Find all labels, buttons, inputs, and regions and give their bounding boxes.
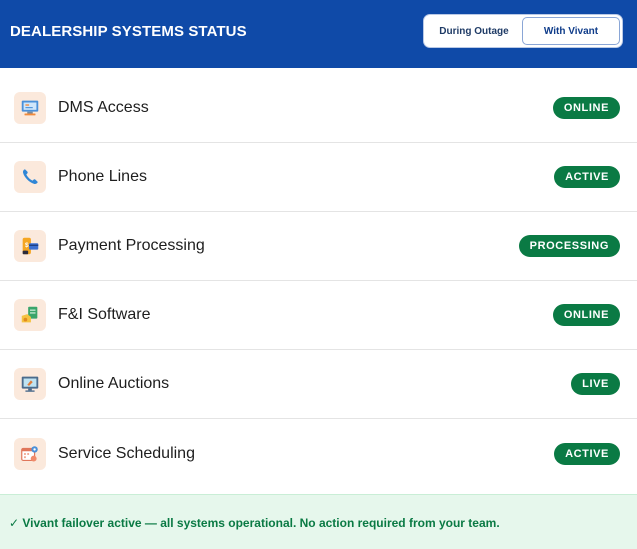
failover-status-banner: ✓ Vivant failover active — all systems o… [0, 494, 637, 549]
status-badge: PROCESSING [518, 235, 620, 257]
during-outage-button[interactable]: During Outage [426, 17, 522, 45]
system-row-service-scheduling: Service Scheduling ACTIVE [0, 419, 637, 488]
page-title: DEALERSHIP SYSTEMS STATUS [10, 22, 247, 40]
with-vivant-button[interactable]: With Vivant [522, 17, 620, 45]
failover-message: ✓ Vivant failover active — all systems o… [9, 515, 500, 530]
system-label: F&I Software [58, 306, 151, 323]
status-badge: ACTIVE [554, 442, 620, 465]
finance-software-icon [14, 299, 46, 331]
status-badge: ACTIVE [554, 166, 620, 188]
status-badge: LIVE [571, 373, 620, 395]
status-badge: ONLINE [552, 304, 620, 326]
payment-card-icon: $ [14, 230, 46, 262]
phone-icon [14, 161, 46, 193]
system-label: Online Auctions [58, 375, 170, 392]
system-row-online-auctions: Online Auctions LIVE [0, 350, 637, 419]
status-header: DEALERSHIP SYSTEMS STATUS During Outage … [0, 0, 637, 68]
system-label: DMS Access [58, 99, 149, 116]
systems-list: DMS Access ONLINE Phone Lines ACTIVE $ P… [0, 74, 637, 488]
system-row-dms-access: DMS Access ONLINE [0, 74, 637, 143]
system-label: Payment Processing [58, 237, 205, 254]
auction-monitor-icon [14, 368, 46, 400]
calendar-gear-icon [14, 437, 46, 470]
system-row-payment-processing: $ Payment Processing PROCESSING [0, 212, 637, 281]
system-label: Phone Lines [58, 168, 147, 185]
status-badge: ONLINE [552, 97, 620, 119]
system-row-phone-lines: Phone Lines ACTIVE [0, 143, 637, 212]
computer-terminal-icon [14, 92, 46, 124]
svg-text:$: $ [25, 242, 29, 249]
view-mode-toggle: During Outage With Vivant [423, 14, 623, 48]
system-label: Service Scheduling [58, 444, 195, 462]
system-row-fi-software: F&I Software ONLINE [0, 281, 637, 350]
